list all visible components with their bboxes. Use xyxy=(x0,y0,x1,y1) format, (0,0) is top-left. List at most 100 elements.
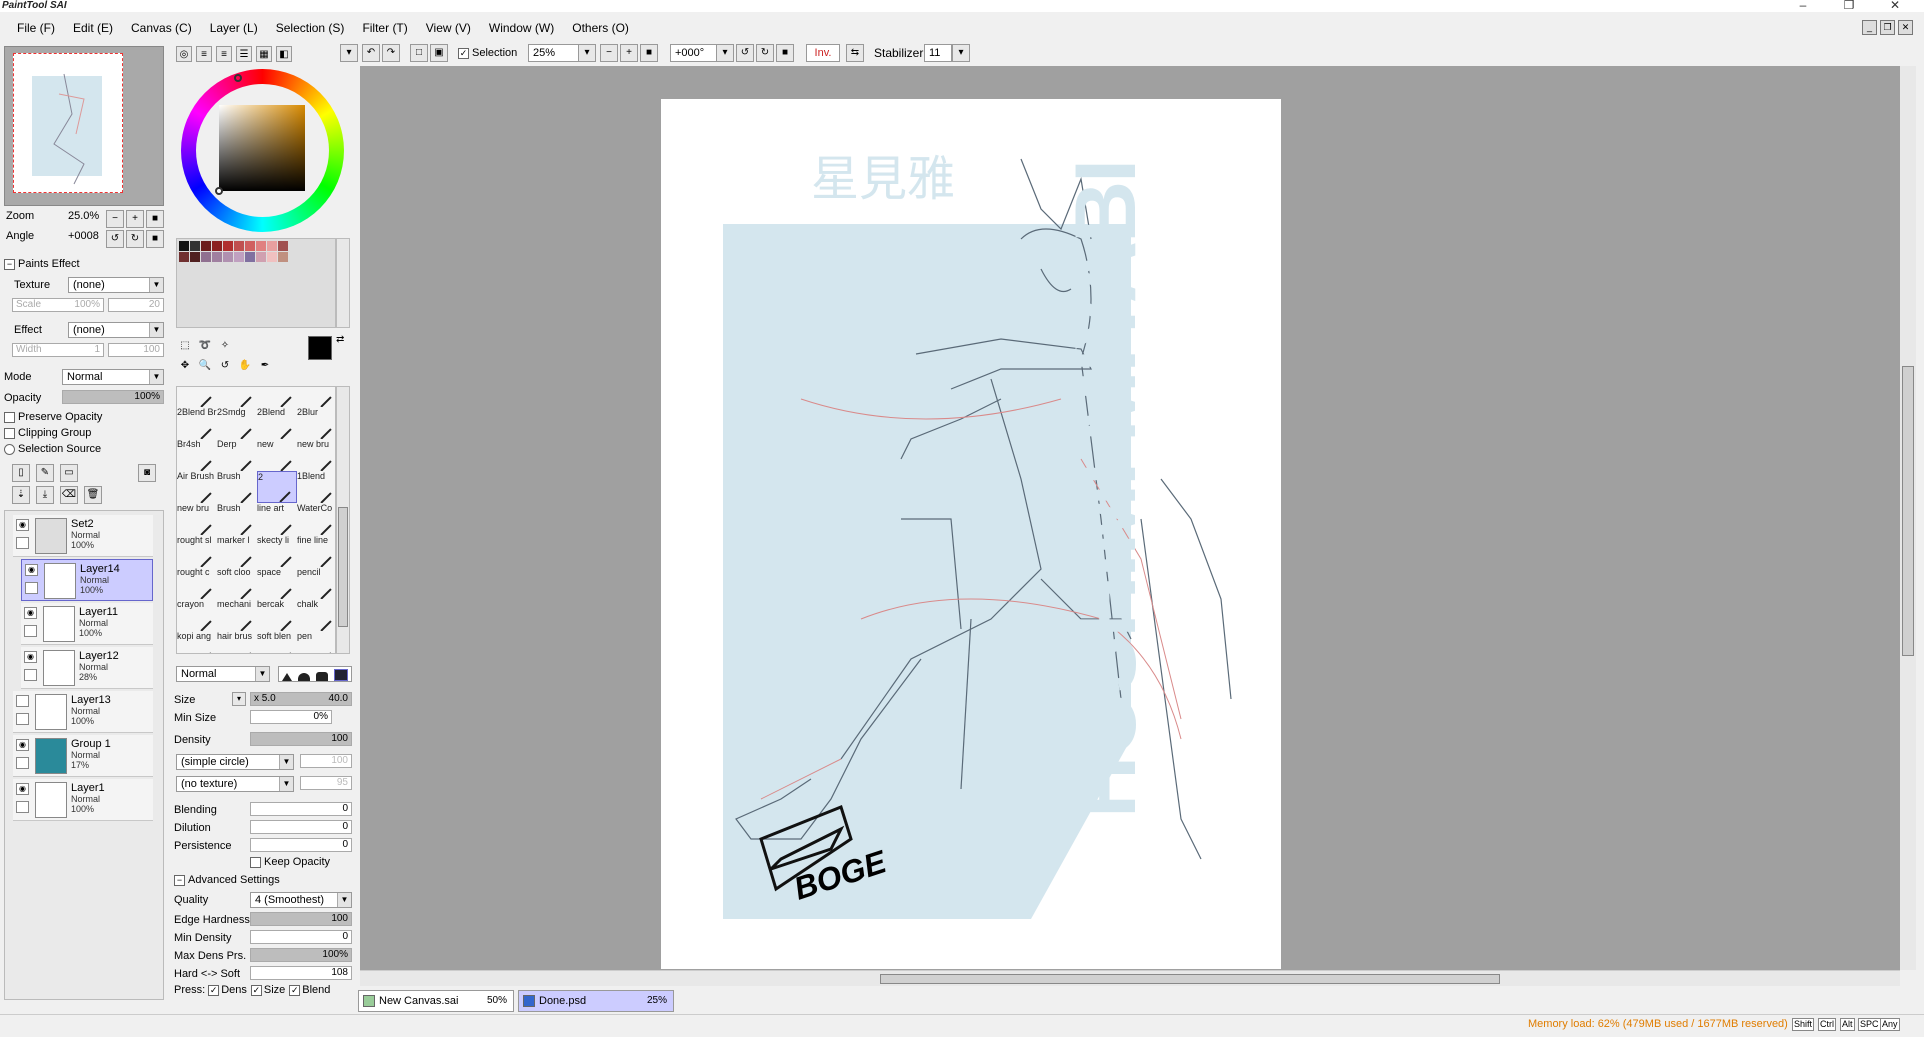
color-swatch[interactable] xyxy=(278,252,288,262)
nav-zoom-out-icon[interactable]: − xyxy=(106,210,124,228)
brush-tool[interactable]: Brush xyxy=(177,387,217,407)
brush-tool[interactable]: rought c xyxy=(177,567,217,599)
brush-tool[interactable]: Derp xyxy=(217,439,257,471)
size-slider[interactable]: x 5.0 40.0 xyxy=(250,692,352,706)
color-swatch[interactable] xyxy=(245,252,255,262)
color-swatch[interactable] xyxy=(190,252,200,262)
restore-icon[interactable]: ❐ xyxy=(1836,0,1862,12)
brush-tool[interactable]: 1Blend xyxy=(297,471,335,503)
brush-tool[interactable]: pen xyxy=(297,631,335,653)
color-swatch[interactable] xyxy=(234,252,244,262)
persistence-slider[interactable]: 0 xyxy=(250,838,352,852)
brush-tool[interactable]: 2Blur xyxy=(297,407,335,439)
brush-tool[interactable]: fine line xyxy=(297,535,335,567)
swap-colors-icon[interactable]: ⇄ xyxy=(336,334,344,345)
selection-checkbox[interactable]: ✓ xyxy=(458,47,469,59)
clear-layer-icon[interactable]: ⌫ xyxy=(60,486,78,504)
dilution-slider[interactable]: 0 xyxy=(250,820,352,834)
redo-icon[interactable]: ↷ xyxy=(382,44,400,62)
brush-tool[interactable]: chalk xyxy=(297,599,335,631)
minimize-icon[interactable]: – xyxy=(1790,0,1816,12)
selection-source-toggle[interactable]: Selection Source xyxy=(4,443,101,455)
brush-tool[interactable]: rought sl xyxy=(177,535,217,567)
vertical-scrollbar-thumb[interactable] xyxy=(1902,366,1914,656)
rotate-reset-icon[interactable]: ■ xyxy=(776,44,794,62)
brush-tool[interactable]: WaterCo xyxy=(297,503,335,535)
selection-source-radio[interactable] xyxy=(4,443,15,455)
blending-slider[interactable]: 0 xyxy=(250,802,352,816)
paints-effect-header[interactable]: − Paints Effect xyxy=(4,258,80,270)
brush-tool[interactable]: 2Blend Brush xyxy=(177,407,217,439)
horizontal-scrollbar[interactable] xyxy=(360,970,1900,986)
layer-row-selected[interactable]: ◉ Layer14 Normal 100% xyxy=(21,559,153,601)
canvas-document[interactable]: HOSHIMI MIYABI 星見雅 BOGE xyxy=(661,99,1281,969)
transfer-down-icon[interactable]: ⇣ xyxy=(12,486,30,504)
eye-icon[interactable]: ◉ xyxy=(16,783,29,795)
menu-file[interactable]: File (F) xyxy=(8,16,64,40)
density-slider[interactable]: 100 xyxy=(250,732,352,746)
brush-scrollbar-thumb[interactable] xyxy=(338,507,348,627)
invert-view-button[interactable]: Inv. xyxy=(806,44,840,62)
lock-icon[interactable] xyxy=(16,757,29,769)
width-field[interactable]: Width 1 xyxy=(12,343,104,357)
stabilizer-dropdown-icon[interactable]: ▾ xyxy=(952,44,970,62)
quality-select[interactable]: 4 (Smoothest) ▼ xyxy=(250,892,352,908)
scale-field[interactable]: Scale 100% xyxy=(12,298,104,312)
brush-tool[interactable] xyxy=(217,387,257,407)
brush-texture-select[interactable]: (no texture) ▼ xyxy=(176,776,294,792)
collapse-icon[interactable]: − xyxy=(174,874,185,886)
brush-tool[interactable]: 2Blend xyxy=(257,407,297,439)
layer-mask-icon[interactable]: ◙ xyxy=(138,464,156,482)
new-layer-icon[interactable]: ▯ xyxy=(12,464,30,482)
nav-zoom-reset-icon[interactable]: ■ xyxy=(146,210,164,228)
press-dens-checkbox[interactable]: ✓ xyxy=(208,984,220,996)
color-swatch[interactable] xyxy=(256,252,266,262)
navigator-panel[interactable] xyxy=(4,46,164,206)
flip-icon[interactable]: ⇆ xyxy=(846,44,864,62)
vertical-scrollbar[interactable] xyxy=(1900,66,1916,970)
swatch-grid[interactable] xyxy=(176,238,336,328)
rotate-right-icon[interactable]: ↻ xyxy=(756,44,774,62)
new-linework-layer-icon[interactable]: ✎ xyxy=(36,464,54,482)
color-swatch[interactable] xyxy=(212,241,222,251)
brush-tool[interactable]: kopi ang xyxy=(177,631,217,653)
min-size-slider[interactable]: 0% xyxy=(250,710,332,724)
rotate-tool-icon[interactable]: ↺ xyxy=(216,358,234,376)
shape-strength-field[interactable]: 100 xyxy=(300,754,352,768)
menu-window[interactable]: Window (W) xyxy=(480,16,563,40)
lock-icon[interactable] xyxy=(16,537,29,549)
effect-select[interactable]: (none) ▼ xyxy=(68,322,164,338)
brush-tool[interactable]: Air Brush xyxy=(177,471,217,503)
undo-icon[interactable]: ↶ xyxy=(362,44,380,62)
magic-wand-icon[interactable]: ✧ xyxy=(216,338,234,356)
advanced-settings-header[interactable]: − Advanced Settings xyxy=(174,874,280,886)
doc-tab-done[interactable]: Done.psd 25% xyxy=(518,990,674,1012)
layer-row[interactable]: ◉ Layer1 Normal 100% xyxy=(13,779,153,821)
delete-layer-icon[interactable]: 🗑 xyxy=(84,486,102,504)
brush-tool[interactable]: line art xyxy=(257,503,297,535)
brush-tool[interactable]: hair brus xyxy=(217,631,257,653)
color-swatch[interactable] xyxy=(212,252,222,262)
deselect-icon[interactable]: □ xyxy=(410,44,428,62)
zoom-tool-icon[interactable]: 🔍 xyxy=(196,358,214,376)
close-icon[interactable]: ✕ xyxy=(1882,0,1908,12)
hand-icon[interactable]: ✋ xyxy=(236,358,254,376)
keep-opacity-checkbox[interactable] xyxy=(250,856,261,868)
navigator-thumbnail[interactable] xyxy=(13,53,123,193)
color-picker-icon[interactable] xyxy=(215,187,223,195)
brush-tool[interactable] xyxy=(297,387,335,407)
preserve-opacity-toggle[interactable]: Preserve Opacity xyxy=(4,411,102,423)
brush-tool[interactable]: soft cloo xyxy=(217,567,257,599)
clipping-group-checkbox[interactable] xyxy=(4,427,15,439)
eye-icon[interactable]: ◉ xyxy=(24,607,37,619)
preserve-opacity-checkbox[interactable] xyxy=(4,411,15,423)
layer-row[interactable]: ◉ Layer11 Normal 100% xyxy=(21,603,153,645)
color-swatch[interactable] xyxy=(223,252,233,262)
canvas-viewport[interactable]: HOSHIMI MIYABI 星見雅 BOGE xyxy=(360,66,1900,970)
color-swatch[interactable] xyxy=(201,252,211,262)
color-swatch[interactable] xyxy=(234,241,244,251)
scale-num-field[interactable]: 20 xyxy=(108,298,164,312)
color-swatch[interactable] xyxy=(245,241,255,251)
brush-tool[interactable]: soft blen xyxy=(257,631,297,653)
menu-layer[interactable]: Layer (L) xyxy=(201,16,267,40)
